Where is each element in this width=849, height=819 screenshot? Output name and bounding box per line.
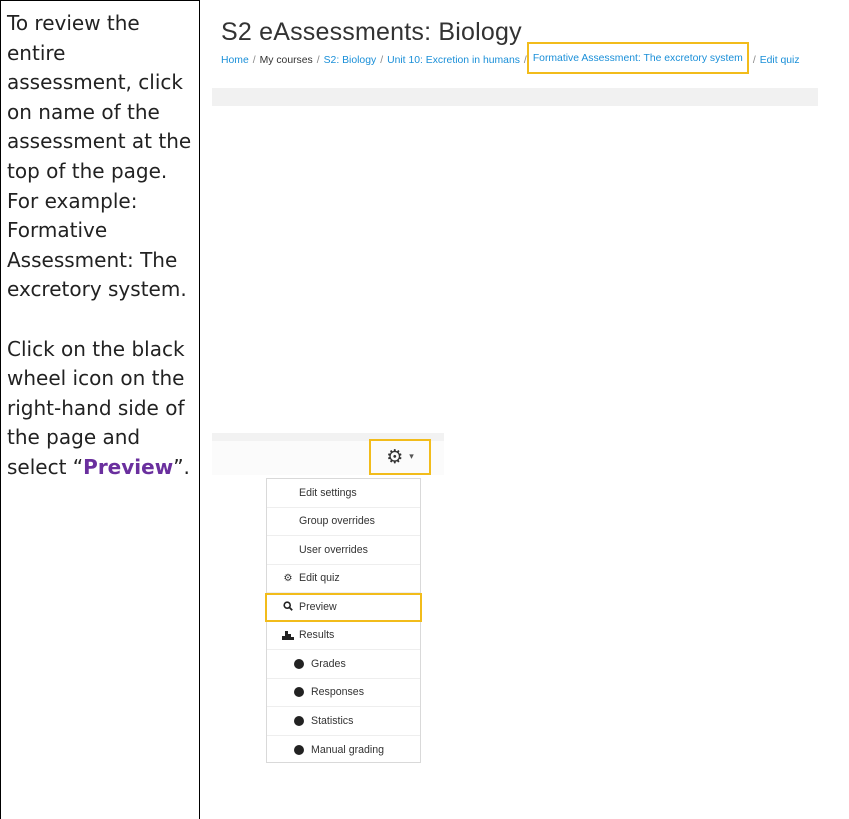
breadcrumb-unit[interactable]: Unit 10: Excretion in humans bbox=[387, 55, 520, 66]
breadcrumb-assessment[interactable]: Formative Assessment: The excretory syst… bbox=[533, 53, 743, 64]
menu-item-statistics[interactable]: Statistics bbox=[267, 707, 420, 736]
breadcrumb-edit-quiz[interactable]: Edit quiz bbox=[760, 55, 800, 66]
bullet-icon bbox=[294, 715, 304, 726]
menu-item-edit-quiz[interactable]: ⚙ Edit quiz bbox=[267, 565, 420, 593]
breadcrumb-course[interactable]: S2: Biology bbox=[324, 55, 377, 66]
menu-item-user-overrides[interactable]: User overrides bbox=[267, 536, 420, 565]
menu-item-label: User overrides bbox=[299, 543, 368, 556]
breadcrumb-separator: / bbox=[316, 54, 320, 66]
gear-icon: ⚙ bbox=[283, 572, 293, 584]
table-border-top bbox=[0, 0, 200, 1]
bullet-icon bbox=[294, 744, 304, 755]
table-border-left bbox=[0, 0, 1, 819]
bullet-icon bbox=[294, 658, 304, 669]
chevron-down-icon: ▾ bbox=[409, 452, 414, 462]
table-column-divider bbox=[199, 0, 200, 819]
menu-item-label: Edit settings bbox=[299, 486, 357, 499]
menu-item-edit-settings[interactable]: Edit settings bbox=[267, 479, 420, 508]
chart-icon bbox=[282, 630, 294, 640]
instruction-review-text: To review the entire assessment, click o… bbox=[7, 11, 192, 302]
menu-item-grades[interactable]: Grades bbox=[267, 650, 420, 679]
instruction-preview-text: Click on the black wheel icon on the rig… bbox=[7, 335, 193, 483]
breadcrumb: Home / My courses / S2: Biology / Unit 1… bbox=[221, 42, 800, 74]
bullet-icon bbox=[294, 687, 304, 698]
actions-menu-toggle[interactable]: ⚙ ▾ bbox=[369, 439, 431, 475]
menu-item-group-overrides[interactable]: Group overrides bbox=[267, 508, 420, 536]
magnifier-icon bbox=[282, 601, 294, 614]
actions-menu-screenshot: ⚙ ▾ Edit settings Group overrides User o… bbox=[212, 433, 444, 763]
page-header-bar bbox=[212, 88, 818, 106]
breadcrumb-highlight-box: Formative Assessment: The excretory syst… bbox=[526, 42, 749, 74]
menu-item-manual-grading[interactable]: Manual grading bbox=[267, 736, 420, 765]
breadcrumb-home[interactable]: Home bbox=[221, 55, 249, 66]
instruction-cell: To review the entire assessment, click o… bbox=[7, 9, 193, 483]
menu-item-responses[interactable]: Responses bbox=[267, 679, 420, 707]
gear-icon[interactable]: ⚙ bbox=[386, 447, 403, 467]
breadcrumb-my-courses[interactable]: My courses bbox=[260, 55, 313, 66]
menu-item-label: Results bbox=[299, 629, 335, 642]
menu-item-label: Statistics bbox=[311, 714, 354, 727]
menu-item-label: Grades bbox=[311, 657, 346, 670]
menu-item-label: Manual grading bbox=[311, 743, 385, 756]
breadcrumb-separator: / bbox=[380, 54, 384, 66]
menu-item-preview[interactable]: Preview bbox=[265, 593, 422, 622]
instruction-preview-text-end: ”. bbox=[173, 454, 190, 479]
breadcrumb-separator: / bbox=[252, 54, 256, 66]
breadcrumb-separator: / bbox=[752, 54, 756, 66]
instruction-preview-keyword: Preview bbox=[83, 454, 174, 479]
menu-item-label: Responses bbox=[311, 686, 364, 699]
menu-item-results[interactable]: Results bbox=[267, 622, 420, 650]
menu-item-label: Group overrides bbox=[299, 515, 375, 528]
page-title: S2 eAssessments: Biology bbox=[221, 18, 522, 46]
menu-item-label: Preview bbox=[299, 601, 337, 614]
actions-dropdown-menu: Edit settings Group overrides User overr… bbox=[265, 478, 422, 765]
menu-item-label: Edit quiz bbox=[299, 572, 340, 585]
